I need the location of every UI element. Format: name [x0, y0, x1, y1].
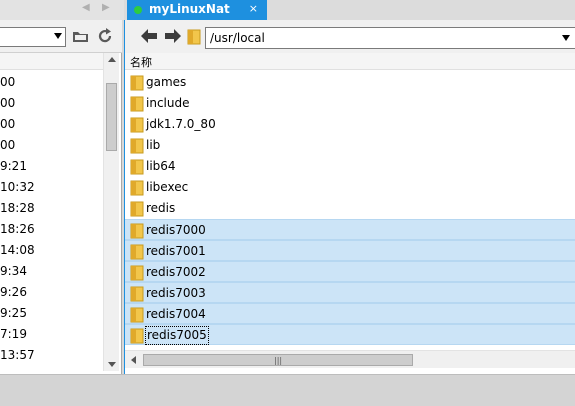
scroll-thumb[interactable] [106, 83, 117, 151]
column-name-label[interactable]: 名称 [130, 54, 152, 70]
file-name: redis7003 [146, 286, 206, 300]
file-name: include [146, 96, 190, 110]
remote-toolbar: /usr/local [125, 20, 575, 53]
remote-file-pane: /usr/local 名称 games include jdk1.7.0_80lib… [124, 20, 575, 374]
remote-horizontal-scrollbar[interactable]: ||| [125, 350, 575, 368]
tab-session[interactable]: myLinuxNat × [127, 0, 267, 20]
local-vertical-scrollbar[interactable] [103, 53, 119, 371]
connection-status-icon [134, 6, 142, 14]
file-row[interactable]: include [125, 93, 575, 114]
list-item[interactable]: 9:26 [0, 282, 104, 303]
file-name: libexec [146, 180, 189, 194]
tab-strip: ◀ ▶ myLinuxNat × [0, 0, 575, 20]
file-manager-window: ◀ ▶ myLinuxNat × 00 00 00 00 9:21 10:32 18:28 1… [0, 0, 575, 406]
folder-icon [130, 307, 144, 323]
status-bar [0, 374, 575, 406]
list-item[interactable]: 00 [0, 114, 104, 135]
folder-icon [130, 201, 144, 217]
file-row[interactable]: redis7002 [125, 261, 575, 282]
file-row[interactable]: lib64 [125, 156, 575, 177]
local-column-header[interactable] [0, 53, 104, 70]
folder-icon [130, 286, 144, 302]
local-file-list: 00 00 00 00 9:21 10:32 18:28 18:26 14:08 9:34 9:26… [0, 72, 104, 366]
list-item[interactable]: 18:28 [0, 198, 104, 219]
file-row[interactable]: libexec [125, 177, 575, 198]
list-item[interactable]: 9:25 [0, 303, 104, 324]
list-item[interactable]: 14:08 [0, 240, 104, 261]
remote-file-list: games include jdk1.7.0_80lib lib64 libexec re… [125, 72, 575, 345]
file-row[interactable]: lib [125, 135, 575, 156]
file-row[interactable]: redis7001 [125, 240, 575, 261]
local-toolbar [0, 20, 122, 53]
list-item[interactable]: 9:21 [0, 156, 104, 177]
list-item[interactable]: 00 [0, 72, 104, 93]
list-item[interactable]: 10:32 [0, 177, 104, 198]
file-name: games [146, 75, 187, 89]
folder-icon [130, 265, 144, 281]
file-row[interactable]: redis7000 [125, 219, 575, 240]
file-row[interactable]: redis7003 [125, 282, 575, 303]
file-name: redis7004 [146, 307, 206, 321]
scroll-thumb[interactable]: ||| [143, 354, 413, 366]
list-item[interactable]: 7:19 [0, 324, 104, 345]
file-name: redis7001 [146, 244, 206, 258]
scroll-up-icon[interactable] [108, 57, 116, 62]
back-arrow-icon[interactable] [139, 27, 159, 45]
file-row[interactable]: redis7005 [125, 324, 575, 345]
file-name: redis [146, 201, 176, 215]
refresh-icon[interactable] [96, 27, 114, 45]
file-name: redis7000 [146, 223, 206, 237]
file-name: redis7005 [145, 326, 209, 345]
tab-scroll-right-icon[interactable]: ▶ [102, 2, 110, 13]
chevron-down-icon[interactable] [562, 35, 570, 41]
file-name: redis7002 [146, 265, 206, 279]
left-tab-area: ◀ ▶ [0, 0, 124, 20]
file-name: lib64 [146, 159, 176, 173]
folder-icon [187, 29, 201, 45]
file-row[interactable]: jdk1.7.0_80 [125, 114, 575, 135]
list-item[interactable]: 00 [0, 93, 104, 114]
folder-icon [130, 328, 144, 344]
scroll-left-icon[interactable] [131, 356, 136, 364]
file-name: lib [146, 138, 161, 152]
list-item[interactable]: 00 [0, 135, 104, 156]
tab-scroll-left-icon[interactable]: ◀ [82, 2, 90, 13]
list-item[interactable]: 13:57 [0, 345, 104, 366]
folder-icon [130, 75, 144, 91]
folder-icon [130, 117, 144, 133]
remote-path-text: /usr/local [210, 31, 265, 45]
folder-icon [130, 244, 144, 260]
scroll-down-icon[interactable] [108, 362, 116, 367]
tab-close-icon[interactable]: × [249, 2, 258, 15]
remote-path-input[interactable]: /usr/local [205, 27, 575, 49]
folder-icon [130, 180, 144, 196]
local-file-pane: 00 00 00 00 9:21 10:32 18:28 18:26 14:08 9:34 9:26… [0, 20, 122, 374]
tab-title: myLinuxNat [149, 2, 230, 16]
remote-column-header[interactable]: 名称 [125, 53, 575, 70]
folder-icon [130, 223, 144, 239]
file-name: jdk1.7.0_80 [146, 117, 216, 131]
local-path-combo[interactable] [0, 27, 66, 47]
folder-icon [130, 96, 144, 112]
file-row[interactable]: redis [125, 198, 575, 219]
open-folder-icon[interactable] [72, 29, 89, 43]
folder-icon [130, 138, 144, 154]
file-row[interactable]: games [125, 72, 575, 93]
file-row[interactable]: redis7004 [125, 303, 575, 324]
list-item[interactable]: 18:26 [0, 219, 104, 240]
forward-arrow-icon[interactable] [163, 27, 183, 45]
folder-icon [130, 159, 144, 175]
chevron-down-icon[interactable] [54, 33, 62, 39]
list-item[interactable]: 9:34 [0, 261, 104, 282]
scroll-grip-icon: ||| [274, 356, 283, 365]
